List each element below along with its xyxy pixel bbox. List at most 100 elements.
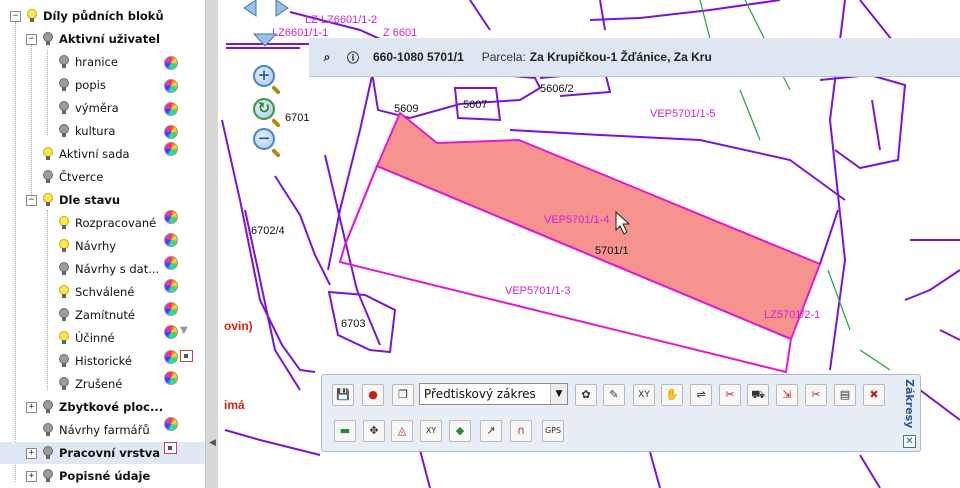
tree-node-navrhy-s-dat[interactable]: Návrhy s dat...	[59, 258, 159, 280]
bulb-on-icon[interactable]	[27, 9, 37, 23]
zoom-out-icon[interactable]: −	[253, 128, 275, 150]
bulb-off-icon[interactable]	[59, 354, 69, 368]
bulb-off-icon[interactable]	[43, 446, 53, 460]
import-icon[interactable]: ▬	[334, 420, 356, 442]
pan-control[interactable]	[243, 0, 289, 47]
filter-icon[interactable]: ▼	[180, 325, 188, 336]
bulb-off-icon[interactable]	[43, 469, 53, 483]
delete-cross-icon[interactable]: ✖	[863, 384, 885, 406]
erase-icon[interactable]: ✋	[661, 384, 683, 406]
polygon-fill-icon[interactable]: ◆	[449, 420, 471, 442]
color-wheel-icon[interactable]	[164, 350, 178, 364]
map-label: VEP5701/1-4	[544, 214, 609, 226]
tree-node-zrusene[interactable]: Zrušené	[59, 373, 122, 395]
close-button[interactable]: ✕	[903, 435, 916, 448]
settings-icon[interactable]: ✿	[575, 384, 597, 406]
selected-parcel[interactable]	[375, 111, 822, 341]
bulb-off-icon[interactable]	[59, 55, 69, 69]
tree-node-navrhy-farmaru[interactable]: Návrhy farmářů	[43, 419, 150, 441]
tree-node-pracovni-vrstva[interactable]: Pracovní vrstva	[43, 442, 160, 464]
color-wheel-icon[interactable]	[164, 102, 178, 116]
color-wheel-icon[interactable]	[164, 371, 178, 385]
info-icon[interactable]: ⓘ	[345, 49, 361, 66]
split-icon[interactable]: ⇌	[690, 384, 712, 406]
snap-icon[interactable]: ✥	[363, 420, 385, 442]
tree-node-vymera[interactable]: výměra	[59, 97, 119, 119]
color-wheel-icon[interactable]	[164, 233, 178, 247]
color-wheel-icon[interactable]	[164, 79, 178, 93]
windows-icon[interactable]: ❐	[392, 384, 414, 406]
tree-node-zbytkove-plochy[interactable]: Zbytkové ploc...	[43, 396, 163, 418]
collapse-toggle[interactable]: −	[26, 34, 37, 45]
zoom-reset-icon[interactable]: ↻	[253, 98, 275, 120]
collapse-toggle[interactable]: −	[26, 195, 37, 206]
redo-shape-icon[interactable]: ◬	[391, 420, 413, 442]
gps-icon[interactable]: GPS	[542, 420, 564, 442]
measure-icon[interactable]: ↗	[480, 420, 502, 442]
stop-icon[interactable]: ●	[362, 384, 384, 406]
color-wheel-icon[interactable]	[164, 56, 178, 70]
select-layer-icon[interactable]	[180, 350, 193, 362]
cut-icon[interactable]: ✂	[719, 384, 741, 406]
zoom-in-icon[interactable]: +	[253, 65, 275, 87]
tree-node-aktivni-uzivatel[interactable]: Aktivní uživatel	[43, 28, 160, 50]
expand-toggle[interactable]: +	[26, 471, 37, 482]
bulb-off-icon[interactable]	[59, 262, 69, 276]
color-wheel-icon[interactable]	[164, 417, 178, 431]
bulb-off-icon[interactable]	[59, 101, 69, 115]
search-icon[interactable]: ⌕	[319, 50, 335, 65]
tree-node-aktivni-sada[interactable]: Aktivní sada	[43, 143, 130, 165]
color-wheel-icon[interactable]	[164, 210, 178, 224]
tree-node-schvalene[interactable]: Schválené	[59, 281, 134, 303]
bulb-off-icon[interactable]	[43, 170, 53, 184]
bulb-off-icon[interactable]	[59, 124, 69, 138]
bulb-on-icon[interactable]	[59, 216, 69, 230]
tree-node-ctverce[interactable]: Čtverce	[43, 166, 103, 188]
bulb-off-icon[interactable]	[59, 377, 69, 391]
bulb-off-icon[interactable]	[59, 308, 69, 322]
bulb-on-icon[interactable]	[59, 285, 69, 299]
tree-node-navrhy[interactable]: Návrhy	[59, 235, 116, 257]
collapse-toggle[interactable]: −	[10, 11, 21, 22]
coords-xy-icon[interactable]: XY	[633, 384, 655, 406]
expand-toggle[interactable]: +	[26, 402, 37, 413]
bulb-on-icon[interactable]	[59, 239, 69, 253]
tree-node-popisne-udaje[interactable]: Popisné údaje	[43, 465, 150, 487]
merge-icon[interactable]: ⇲	[776, 384, 798, 406]
tree-node-ucinne[interactable]: Účinné	[59, 327, 115, 349]
bulb-off-icon[interactable]	[59, 78, 69, 92]
collapse-arrow-icon[interactable]: ◀	[209, 438, 216, 448]
expand-toggle[interactable]: +	[26, 448, 37, 459]
tree-node-popis[interactable]: popis	[59, 74, 106, 96]
bulb-off-icon[interactable]	[43, 423, 53, 437]
bulb-on-icon[interactable]	[43, 147, 53, 161]
panel-splitter[interactable]: ◀	[205, 0, 219, 488]
tree-node-zamitnute[interactable]: Zamítnuté	[59, 304, 135, 326]
bulb-on-icon[interactable]	[43, 193, 53, 207]
color-wheel-icon[interactable]	[164, 142, 178, 156]
layers-icon[interactable]: ▤	[834, 384, 856, 406]
save-icon[interactable]: 💾	[332, 384, 354, 406]
tree-node-hranice[interactable]: hranice	[59, 51, 118, 73]
bulb-on-icon[interactable]	[59, 331, 69, 345]
tractor-icon[interactable]: ⛟	[747, 384, 769, 406]
chevron-down-icon[interactable]: ▼	[550, 384, 567, 404]
tree-node-dily-pudnich-bloku[interactable]: Díly půdních bloků	[27, 5, 164, 27]
color-wheel-icon[interactable]	[164, 325, 178, 339]
color-wheel-icon[interactable]	[164, 256, 178, 270]
bulb-off-icon[interactable]	[43, 32, 53, 46]
tree-node-rozpracovane[interactable]: Rozpracované	[59, 212, 156, 234]
tree-node-historicke[interactable]: Historické	[59, 350, 132, 372]
draw-line-icon[interactable]: ✎	[603, 384, 625, 406]
cut2-icon[interactable]: ✂	[805, 384, 827, 406]
color-wheel-icon[interactable]	[164, 125, 178, 139]
color-wheel-icon[interactable]	[164, 279, 178, 293]
tree-node-kultura[interactable]: kultura	[59, 120, 115, 142]
tree-node-dle-stavu[interactable]: Dle stavu	[43, 189, 120, 211]
xy-point-icon[interactable]: XY	[420, 420, 442, 442]
drawing-type-select[interactable]: Předtiskový zákres ▼	[419, 383, 568, 405]
select-layer-icon[interactable]	[164, 442, 177, 454]
color-wheel-icon[interactable]	[164, 302, 178, 316]
bulb-off-icon[interactable]	[43, 400, 53, 414]
magnet-icon[interactable]: ∩	[510, 420, 532, 442]
